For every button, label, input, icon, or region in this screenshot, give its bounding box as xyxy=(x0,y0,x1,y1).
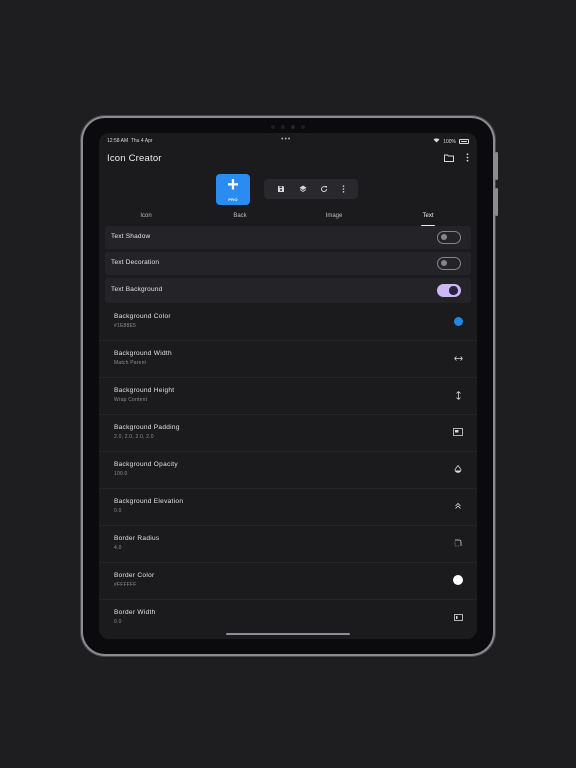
refresh-icon[interactable] xyxy=(320,185,328,193)
list-item[interactable]: Background Opacity 100.0 xyxy=(99,451,477,489)
text-background-switch[interactable] xyxy=(437,284,461,297)
property-title: Background Color xyxy=(114,313,171,320)
list-item[interactable]: Background Width Match Parent xyxy=(99,340,477,378)
border-width-icon[interactable] xyxy=(453,612,463,622)
add-pro-button[interactable]: + PRO xyxy=(216,174,250,205)
text-shadow-row[interactable]: Text Shadow xyxy=(105,226,471,249)
status-bar: 12:58 AM Thu 4 Apr ••• 100% xyxy=(99,136,477,147)
property-value: #1E88E5 xyxy=(114,323,136,329)
layers-icon[interactable] xyxy=(299,185,307,193)
home-indicator[interactable] xyxy=(226,633,350,635)
property-title: Border Color xyxy=(114,572,155,579)
text-shadow-switch[interactable] xyxy=(437,231,461,244)
color-swatch-icon[interactable] xyxy=(453,316,463,326)
status-date: Thu 4 Apr xyxy=(130,138,153,144)
property-value: Wrap Content xyxy=(114,397,148,403)
list-item[interactable]: Background Height Wrap Content xyxy=(99,377,477,415)
toggle-label: Text Decoration xyxy=(111,259,160,266)
property-title: Background Opacity xyxy=(114,461,178,468)
property-value: 4.0 xyxy=(114,545,122,551)
property-value: 2.0, 2.0, 2.0, 2.0 xyxy=(114,434,154,440)
property-value: 0.0 xyxy=(114,619,122,625)
battery-percent: 100% xyxy=(443,138,456,145)
tablet-frame: 12:58 AM Thu 4 Apr ••• 100% Icon Creator xyxy=(83,118,498,654)
property-title: Border Radius xyxy=(114,535,160,542)
app-screen: 12:58 AM Thu 4 Apr ••• 100% Icon Creator xyxy=(99,133,477,639)
opacity-icon[interactable] xyxy=(453,464,463,474)
list-item[interactable]: Border Radius 4.0 xyxy=(99,525,477,563)
property-title: Background Padding xyxy=(114,424,180,431)
color-swatch-icon[interactable] xyxy=(453,575,463,585)
list-item[interactable]: Background Padding 2.0, 2.0, 2.0, 2.0 xyxy=(99,414,477,452)
more-vert-icon[interactable] xyxy=(466,153,469,162)
editor-toolbar xyxy=(264,179,358,199)
wifi-icon xyxy=(433,138,440,145)
status-time: 12:58 AM xyxy=(107,138,129,144)
list-item[interactable]: Background Elevation 0.0 xyxy=(99,488,477,526)
app-bar: Icon Creator xyxy=(107,152,469,168)
multitasking-dots[interactable]: ••• xyxy=(281,136,291,143)
vertical-arrows-icon[interactable] xyxy=(453,390,463,400)
editor-tabs: Icon Back Image Text xyxy=(99,213,477,227)
horizontal-arrows-icon[interactable] xyxy=(453,353,463,363)
toggle-label: Text Shadow xyxy=(111,233,151,240)
volume-button xyxy=(495,188,498,216)
pro-label: PRO xyxy=(228,197,238,202)
folder-icon[interactable] xyxy=(444,154,454,162)
property-title: Background Width xyxy=(114,350,172,357)
tab-text[interactable]: Text xyxy=(422,213,433,219)
list-item[interactable]: Background Color #1E88E5 xyxy=(99,303,477,341)
toggle-label: Text Background xyxy=(111,286,163,293)
property-value: #FFFFFF xyxy=(114,582,137,588)
text-decoration-switch[interactable] xyxy=(437,257,461,270)
battery-icon xyxy=(459,139,469,144)
list-item[interactable]: Border Width 0.0 xyxy=(99,599,477,636)
rounded-corner-icon[interactable] xyxy=(453,538,463,548)
property-title: Background Elevation xyxy=(114,498,184,505)
plus-icon: + xyxy=(227,174,239,196)
property-value: 100.0 xyxy=(114,471,128,477)
text-decoration-row[interactable]: Text Decoration xyxy=(105,252,471,275)
elevation-icon[interactable] xyxy=(453,501,463,511)
tab-image[interactable]: Image xyxy=(326,213,343,219)
tab-back[interactable]: Back xyxy=(233,213,246,219)
property-value: Match Parent xyxy=(114,360,147,366)
app-title: Icon Creator xyxy=(107,153,162,164)
property-value: 0.0 xyxy=(114,508,122,514)
property-title: Border Width xyxy=(114,609,156,616)
text-background-row[interactable]: Text Background xyxy=(105,278,471,303)
list-item[interactable]: Border Color #FFFFFF xyxy=(99,562,477,600)
save-icon[interactable] xyxy=(277,185,285,193)
more-vert-icon[interactable] xyxy=(342,185,345,193)
camera-bar xyxy=(261,124,315,130)
padding-icon[interactable] xyxy=(453,427,463,437)
tab-icon[interactable]: Icon xyxy=(140,213,151,219)
property-title: Background Height xyxy=(114,387,175,394)
volume-button xyxy=(495,152,498,180)
